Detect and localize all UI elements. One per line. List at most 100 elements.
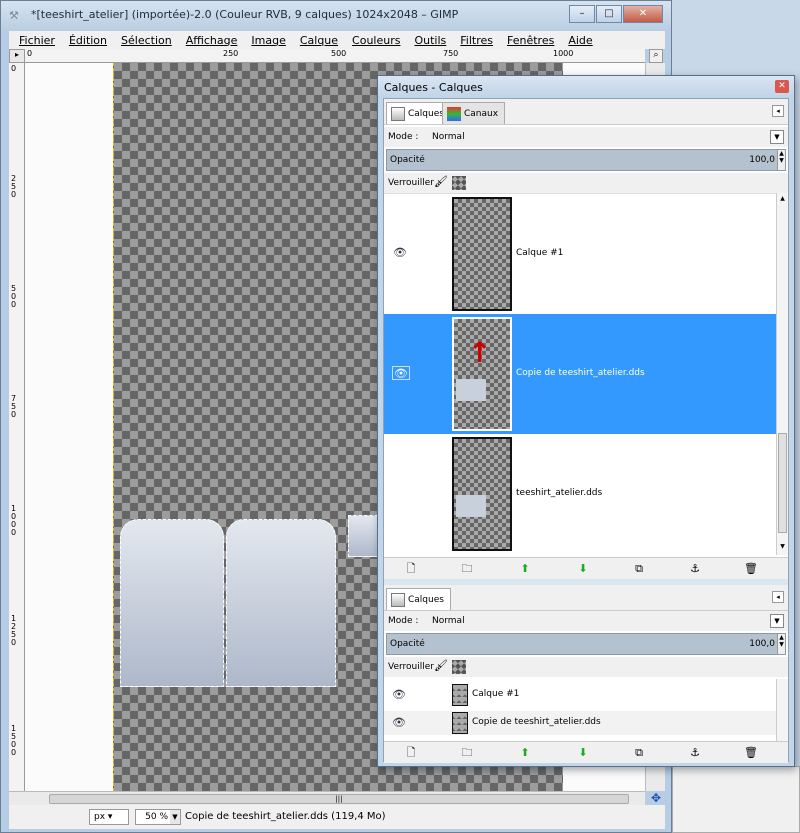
layer-name[interactable]: Copie de teeshirt_atelier.dds (516, 368, 645, 378)
minimize-button[interactable]: – (569, 5, 595, 23)
horizontal-scrollbar[interactable]: ||| (9, 791, 645, 805)
scroll-thumb[interactable]: ||| (49, 794, 629, 804)
new-layer-icon[interactable]: 🗋 (402, 561, 420, 577)
mode-value[interactable]: Normal (432, 616, 465, 626)
layer-name[interactable]: Copie de teeshirt_atelier.dds (472, 717, 601, 727)
duplicate-layer-icon[interactable]: ⧉ (630, 561, 648, 577)
layer-row[interactable]: 👁 Calque #1 (384, 194, 776, 314)
menu-outils[interactable]: Outils (414, 34, 446, 47)
ruler-tick: 0 (27, 49, 33, 58)
menu-bar: Fichier Édition Sélection Affichage Imag… (9, 31, 665, 49)
duplicate-layer-icon[interactable]: ⧉ (630, 745, 648, 761)
eye-icon[interactable]: 👁 (392, 716, 406, 729)
tab-layers-2[interactable]: Calques (386, 588, 451, 610)
new-layer-icon[interactable]: 🗋 (402, 745, 420, 761)
layer-row[interactable]: 👁 Calque #1 (384, 683, 776, 707)
opacity-spinner[interactable]: ▲ ▼ (777, 634, 785, 654)
delete-layer-icon[interactable]: 🗑 (742, 561, 760, 577)
ruler-tick: 250 (11, 174, 17, 199)
eye-icon[interactable]: 👁 (392, 246, 408, 259)
mode-label: Mode : (388, 616, 419, 626)
layer-list-scrollbar[interactable]: ▲ ▼ (776, 193, 788, 555)
opacity-slider-2[interactable]: Opacité 100,0 ▲ ▼ (386, 633, 786, 655)
menu-filtres[interactable]: Filtres (460, 34, 493, 47)
opacity-value[interactable]: 100,0 (749, 639, 775, 649)
layers-dock: Calques - Calques ✕ Calques Canaux ◂ Mod… (377, 75, 795, 767)
delete-layer-icon[interactable]: 🗑 (742, 745, 760, 761)
thumbnail-shirt (456, 495, 486, 517)
ruler-tick: 750 (443, 49, 459, 58)
opacity-value[interactable]: 100,0 (749, 155, 775, 165)
layer-list-2-scrollbar[interactable] (776, 679, 788, 741)
menu-image[interactable]: Image (251, 34, 285, 47)
scroll-up-icon[interactable]: ▲ (778, 195, 787, 205)
menu-aide[interactable]: Aide (568, 34, 592, 47)
horizontal-ruler[interactable]: 0 250 500 750 1000 (25, 49, 645, 63)
layer-name[interactable]: Calque #1 (516, 248, 563, 258)
anchor-layer-icon[interactable]: ⚓ (686, 745, 704, 761)
layers-icon (391, 106, 405, 121)
layer-row-selected[interactable]: 👁 ↑ Copie de teeshirt_atelier.dds (384, 314, 776, 434)
eye-icon[interactable]: 👁 (392, 366, 410, 380)
lock-alpha-icon[interactable] (452, 660, 466, 674)
layer-list-2: 👁 Calque #1 👁 Copie de teeshirt_atelier.… (384, 679, 776, 741)
opacity-slider[interactable]: Opacité 100,0 ▲ ▼ (386, 149, 786, 171)
scroll-down-icon[interactable]: ▼ (778, 543, 787, 553)
raise-layer-icon[interactable]: ⬆ (516, 561, 534, 577)
menu-calque[interactable]: Calque (300, 34, 338, 47)
layer-thumbnail (452, 684, 468, 706)
unit-select[interactable]: px ▾ (89, 809, 129, 825)
quick-mask-toggle[interactable]: ▸ (9, 49, 25, 63)
chevron-down-icon[interactable]: ▼ (770, 614, 784, 628)
menu-selection[interactable]: Sélection (121, 34, 172, 47)
tab-menu-button[interactable]: ◂ (772, 105, 784, 117)
opacity-label: Opacité (390, 155, 425, 165)
raise-layer-icon[interactable]: ⬆ (516, 745, 534, 761)
layer-buttons-2: 🗋 🗀 ⬆ ⬇ ⧉ ⚓ 🗑 (384, 741, 788, 763)
lock-row-2: Verrouiller : 🖌 (384, 657, 788, 677)
ruler-tick: 500 (11, 284, 17, 309)
new-group-icon[interactable]: 🗀 (458, 561, 476, 577)
ruler-tick: 1500 (11, 724, 17, 757)
ruler-tick: 0 (11, 64, 17, 73)
teeshirt-front-texture (120, 519, 224, 687)
zoom-value: 50 % (145, 812, 168, 822)
title-bar[interactable]: ⚒ *[teeshirt_atelier] (importée)-2.0 (Co… (1, 1, 671, 31)
lock-pixels-icon[interactable]: 🖌 (434, 175, 448, 189)
menu-affichage[interactable]: Affichage (186, 34, 238, 47)
lower-layer-icon[interactable]: ⬇ (574, 745, 592, 761)
layer-row[interactable]: 👁 Copie de teeshirt_atelier.dds (384, 711, 776, 735)
maximize-button[interactable]: □ (596, 5, 622, 23)
dock-title-bar[interactable]: Calques - Calques ✕ (378, 76, 794, 98)
tab-label: Calques (408, 594, 444, 605)
lock-alpha-icon[interactable] (452, 176, 466, 190)
anchor-layer-icon[interactable]: ⚓ (686, 561, 704, 577)
dock-close-button[interactable]: ✕ (775, 80, 789, 93)
scroll-thumb[interactable] (778, 433, 787, 533)
lock-pixels-icon[interactable]: 🖌 (434, 659, 448, 673)
navigate-icon[interactable]: ✥ (649, 791, 663, 805)
eye-icon[interactable]: 👁 (392, 688, 406, 701)
menu-fichier[interactable]: Fichier (19, 34, 55, 47)
new-group-icon[interactable]: 🗀 (458, 745, 476, 761)
zoom-icon[interactable]: ⌕ (649, 49, 663, 63)
menu-couleurs[interactable]: Couleurs (352, 34, 400, 47)
mode-value[interactable]: Normal (432, 132, 465, 142)
close-button[interactable]: ✕ (623, 5, 663, 23)
mode-row-2: Mode : Normal ▼ (384, 611, 788, 631)
dock-body: Calques Canaux ◂ Mode : Normal ▼ Opacité… (383, 98, 789, 763)
opacity-spinner[interactable]: ▲ ▼ (777, 150, 785, 170)
layer-name[interactable]: Calque #1 (472, 689, 519, 699)
lower-layer-icon[interactable]: ⬇ (574, 561, 592, 577)
menu-fenetres[interactable]: Fenêtres (507, 34, 554, 47)
layer-thumbnail (452, 437, 512, 551)
layer-name[interactable]: teeshirt_atelier.dds (516, 488, 602, 498)
layer-row[interactable]: teeshirt_atelier.dds (384, 434, 776, 554)
zoom-select[interactable]: 50 % ▼ (135, 809, 181, 825)
chevron-down-icon[interactable]: ▼ (770, 130, 784, 144)
dock-tab-bar: Calques Canaux ◂ (384, 99, 788, 125)
vertical-ruler[interactable]: 0 250 500 750 1000 1250 1500 (9, 63, 25, 791)
tab-channels[interactable]: Canaux (442, 102, 506, 124)
menu-edition[interactable]: Édition (69, 34, 107, 47)
tab-menu-button[interactable]: ◂ (772, 591, 784, 603)
